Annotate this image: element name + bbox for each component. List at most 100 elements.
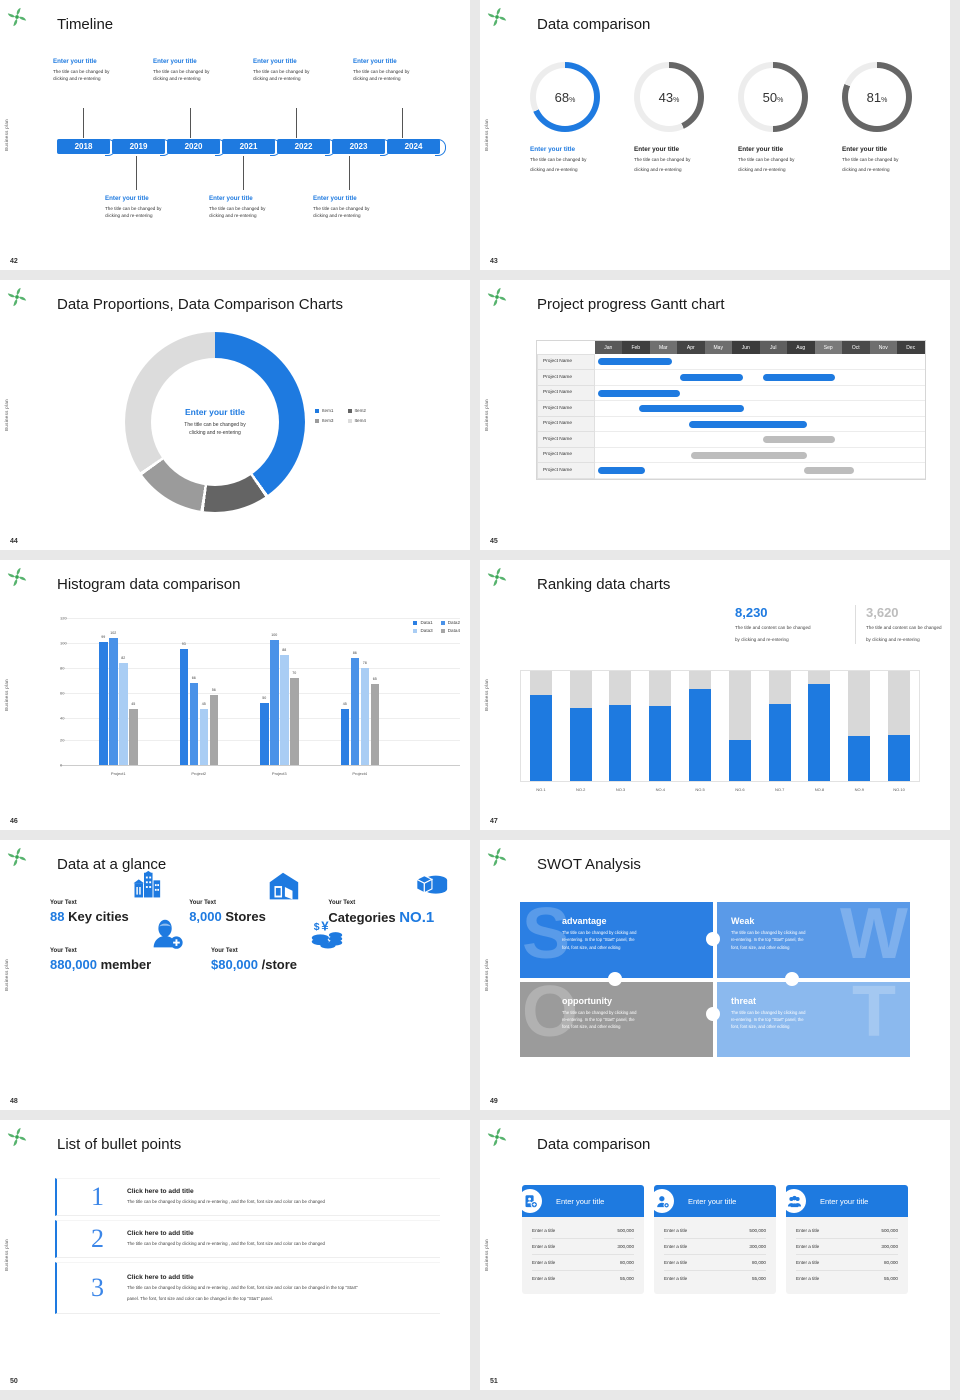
gantt-row[interactable]: Project Name — [538, 447, 925, 463]
bar-data2[interactable]: 100 — [270, 640, 279, 765]
rank-bar-no7[interactable]: NO.7 — [769, 671, 791, 781]
bar-group-project2[interactable]: 93 66 45 56 Project2 — [180, 649, 219, 765]
legend-item-item1[interactable]: Item1 — [315, 408, 334, 413]
gantt-bar[interactable] — [598, 390, 680, 397]
timeline-year-2019[interactable]: 2019 — [112, 139, 165, 154]
card-row[interactable]: Enter a title80,000 — [664, 1255, 766, 1271]
rank-bar-no5[interactable]: NO.5 — [689, 671, 711, 781]
timeline-item[interactable]: Enter your title The title can be change… — [353, 58, 453, 82]
legend-item-data2[interactable]: Data2 — [441, 620, 460, 625]
rank-bar-no2[interactable]: NO.2 — [570, 671, 592, 781]
gantt-row[interactable]: Project Name — [538, 432, 925, 448]
timeline-year-2021[interactable]: 2021 — [222, 139, 275, 154]
swot-threat[interactable]: T threat The title can be changed by cli… — [717, 982, 910, 1058]
gantt-bar[interactable] — [763, 374, 835, 381]
gantt-row[interactable]: Project Name — [538, 463, 925, 479]
legend-item-item4[interactable]: Item4 — [348, 418, 367, 423]
gantt-row[interactable]: Project Name — [538, 354, 925, 370]
card-row[interactable]: Enter a title500,000 — [532, 1223, 634, 1239]
timeline-item[interactable]: Enter your title The title can be change… — [105, 195, 209, 219]
bar-data3[interactable]: 82 — [119, 663, 128, 765]
gantt-bar[interactable] — [763, 436, 835, 443]
kpi-secondary[interactable]: 3,620 The title and content can be chang… — [855, 605, 950, 644]
swot-opportunity[interactable]: O opportunity The title can be changed b… — [520, 982, 713, 1058]
rank-bar-no4[interactable]: NO.4 — [649, 671, 671, 781]
legend-item-data4[interactable]: Data4 — [441, 628, 460, 633]
bar-data3[interactable]: 45 — [200, 709, 209, 765]
card-row[interactable]: Enter a title55,000 — [532, 1271, 634, 1286]
data-card[interactable]: Enter your title Enter a title500,000 En… — [522, 1185, 644, 1294]
gantt-row[interactable]: Project Name — [538, 370, 925, 386]
bar-group-project4[interactable]: 45 86 78 65 Project4 — [341, 658, 380, 765]
bar-data2[interactable]: 66 — [190, 683, 199, 765]
swot-weakness[interactable]: W Weak The title can be changed by click… — [717, 902, 910, 978]
timeline-item[interactable]: Enter your title The title can be change… — [53, 58, 153, 82]
data-card[interactable]: Enter your title Enter a title500,000 En… — [786, 1185, 908, 1294]
data-card[interactable]: Enter your title Enter a title500,000 En… — [654, 1185, 776, 1294]
bar-data1[interactable]: 45 — [341, 709, 350, 765]
timeline-year-2024[interactable]: 2024 — [387, 139, 440, 154]
bullet-item-1[interactable]: 1 Click here to add title The title can … — [55, 1178, 440, 1216]
bar-group-project3[interactable]: 50 100 88 70 Project3 — [260, 640, 299, 765]
timeline-item[interactable]: Enter your title The title can be change… — [153, 58, 253, 82]
card-row[interactable]: Enter a title500,000 — [664, 1223, 766, 1239]
timeline-item[interactable]: Enter your title The title can be change… — [253, 58, 353, 82]
bar-data1[interactable]: 50 — [260, 703, 269, 765]
rank-bar-no1[interactable]: NO.1 — [530, 671, 552, 781]
gantt-bar[interactable] — [598, 467, 645, 474]
rank-bar-no9[interactable]: NO.9 — [848, 671, 870, 781]
bar-data2[interactable]: 86 — [351, 658, 360, 765]
card-row[interactable]: Enter a title55,000 — [796, 1271, 898, 1286]
legend-item-item3[interactable]: Item3 — [315, 418, 334, 423]
gantt-bar[interactable] — [639, 405, 744, 412]
stat-revenue-per-store[interactable]: $¥ Your Text $80,000 /store — [211, 948, 346, 972]
bullet-item-3[interactable]: 3 Click here to add title The title can … — [55, 1262, 440, 1314]
timeline-year-2022[interactable]: 2022 — [277, 139, 330, 154]
gantt-row[interactable]: Project Name — [538, 401, 925, 417]
card-row[interactable]: Enter a title500,000 — [796, 1223, 898, 1239]
gauge-item[interactable]: 50% Enter your title The title can be ch… — [738, 62, 808, 174]
bar-data4[interactable]: 56 — [210, 695, 219, 765]
rank-bar-no6[interactable]: NO.6 — [729, 671, 751, 781]
gantt-bar[interactable] — [804, 467, 854, 474]
card-row[interactable]: Enter a title300,000 — [532, 1239, 634, 1255]
card-row[interactable]: Enter a title80,000 — [532, 1255, 634, 1271]
rank-bar-no8[interactable]: NO.8 — [808, 671, 830, 781]
stat-categories[interactable]: Your Text Categories NO.1 — [328, 900, 450, 926]
bar-data2[interactable]: 102 — [109, 638, 118, 765]
card-row[interactable]: Enter a title300,000 — [664, 1239, 766, 1255]
timeline-year-2020[interactable]: 2020 — [167, 139, 220, 154]
timeline-year-2018[interactable]: 2018 — [57, 139, 110, 154]
gantt-bar[interactable] — [691, 452, 807, 459]
legend-item-data1[interactable]: Data1 — [413, 620, 432, 625]
bar-data4[interactable]: 45 — [129, 709, 138, 765]
gauge-item[interactable]: 43% Enter your title The title can be ch… — [634, 62, 704, 174]
bar-data1[interactable]: 93 — [180, 649, 189, 765]
gantt-row[interactable]: Project Name — [538, 385, 925, 401]
legend-item-item2[interactable]: Item2 — [348, 408, 367, 413]
gantt-row[interactable]: Project Name — [538, 416, 925, 432]
bar-data3[interactable]: 88 — [280, 655, 289, 765]
gauge-item[interactable]: 81% Enter your title The title can be ch… — [842, 62, 912, 174]
stat-stores[interactable]: Your Text 8,000 Stores — [189, 900, 302, 926]
card-row[interactable]: Enter a title55,000 — [664, 1271, 766, 1286]
legend-item-data3[interactable]: Data3 — [413, 628, 432, 633]
gantt-bar[interactable] — [598, 358, 672, 365]
bar-data1[interactable]: 99 — [99, 642, 108, 765]
card-header[interactable]: Enter your title — [522, 1185, 644, 1217]
kpi-primary[interactable]: 8,230 The title and content can be chang… — [725, 605, 855, 644]
card-row[interactable]: Enter a title80,000 — [796, 1255, 898, 1271]
card-row[interactable]: Enter a title300,000 — [796, 1239, 898, 1255]
bullet-item-2[interactable]: 2 Click here to add title The title can … — [55, 1220, 440, 1258]
rank-bar-no10[interactable]: NO.10 — [888, 671, 910, 781]
gauge-item[interactable]: 68% Enter your title The title can be ch… — [530, 62, 600, 174]
gantt-bar[interactable] — [680, 374, 743, 381]
timeline-year-2023[interactable]: 2023 — [332, 139, 385, 154]
card-header[interactable]: Enter your title — [786, 1185, 908, 1217]
stat-members[interactable]: Your Text 880,000 member — [50, 948, 185, 972]
bar-data4[interactable]: 70 — [290, 678, 299, 765]
swot-strength[interactable]: S advantage The title can be changed by … — [520, 902, 713, 978]
bar-group-project1[interactable]: 99 102 82 45 Project1 — [99, 638, 138, 765]
bar-data3[interactable]: 78 — [361, 668, 370, 765]
card-header[interactable]: Enter your title — [654, 1185, 776, 1217]
